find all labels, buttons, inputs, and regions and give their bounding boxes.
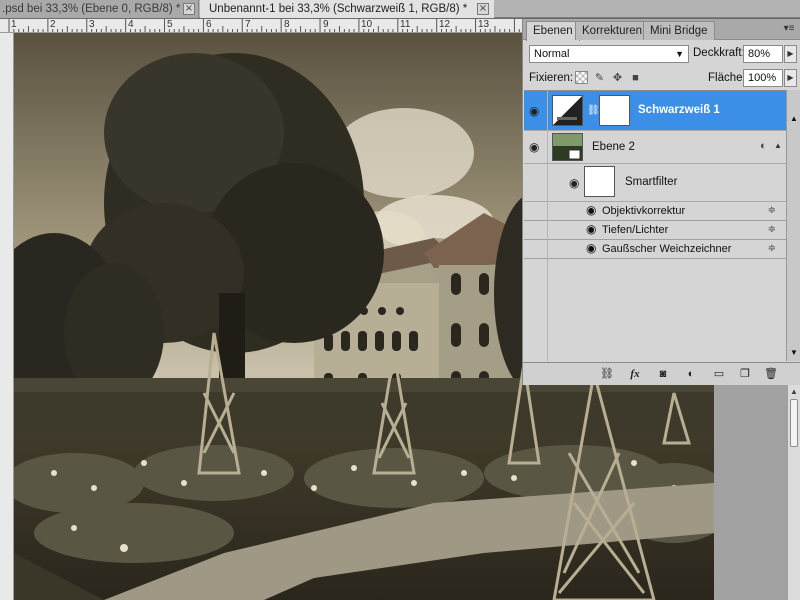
layers-panel-footer: ⛓ fx ◙ ◐ ▭ ❐ 🗑 — [523, 362, 800, 385]
pasteboard — [714, 385, 787, 600]
ruler-label: 7 — [245, 19, 251, 30]
fill-label: Fläche: — [708, 72, 746, 84]
visibility-toggle — [524, 164, 548, 202]
smart-filter-icon[interactable]: ◐ — [760, 140, 767, 152]
ruler-label: 12 — [439, 19, 451, 30]
ruler-label: 10 — [361, 19, 373, 30]
lock-transparency-icon[interactable] — [575, 71, 588, 84]
document-tab-1[interactable]: .psd bei 33,3% (Ebene 0, RGB/8) * × — [0, 0, 199, 18]
ruler-label: 4 — [128, 19, 134, 30]
horizontal-ruler[interactable]: 1 2 3 4 5 6 7 8 9 10 11 12 13 — [0, 19, 522, 33]
eye-icon[interactable]: ◉ — [586, 204, 596, 216]
ruler-label: 2 — [50, 19, 56, 30]
filter-row-gaussscher-weichzeichner[interactable]: ◉ Gaußscher Weichzeichner ≑ — [524, 240, 786, 259]
layers-list: ◉ ⛓ Schwarzweiß 1 ◉ Ebene 2 ◐ ▲ ◉ Smartf… — [524, 90, 786, 361]
vertical-ruler[interactable] — [0, 33, 14, 600]
scrollbar-thumb[interactable] — [790, 399, 798, 447]
trash-icon[interactable]: 🗑 — [763, 367, 779, 381]
eye-icon[interactable]: ◉ — [586, 242, 596, 254]
eye-icon[interactable]: ◉ — [529, 141, 543, 153]
blend-mode-select[interactable]: Normal ▼ — [529, 45, 689, 63]
ruler-label: 9 — [323, 19, 329, 30]
collapse-arrow-icon[interactable]: ▲ — [774, 141, 782, 150]
empty-eye-column — [524, 259, 548, 361]
filter-name[interactable]: Gaußscher Weichzeichner — [602, 243, 731, 255]
smart-object-thumbnail — [552, 133, 583, 161]
ruler-label: 13 — [478, 19, 490, 30]
eye-icon[interactable]: ◉ — [529, 105, 543, 117]
layer-row-ebene-2[interactable]: ◉ Ebene 2 ◐ ▲ — [524, 131, 786, 164]
mask-icon[interactable]: ◙ — [655, 367, 671, 381]
lock-all-icon[interactable]: ■ — [629, 71, 642, 84]
new-layer-icon[interactable]: ❐ — [737, 367, 753, 381]
filter-row-tiefen-lichter[interactable]: ◉ Tiefen/Lichter ≑ — [524, 221, 786, 240]
document-tab-2[interactable]: Unbenannt-1 bei 33,3% (Schwarzweiß 1, RG… — [200, 0, 494, 18]
scroll-up-icon[interactable]: ▲ — [790, 387, 798, 396]
adjustment-thumbnail — [552, 95, 583, 126]
scroll-down-icon[interactable]: ▼ — [790, 348, 798, 357]
document-tab-bar: .psd bei 33,3% (Ebene 0, RGB/8) * × Unbe… — [0, 0, 800, 18]
layers-scrollbar[interactable]: ▲ ▼ — [786, 90, 800, 361]
tab-adjustments[interactable]: Korrekturen — [575, 21, 650, 40]
opacity-slider-icon[interactable]: ▶ — [784, 45, 797, 63]
fill-slider-icon[interactable]: ▶ — [784, 69, 797, 87]
opacity-field[interactable]: 80% — [743, 45, 783, 63]
fx-icon[interactable]: fx — [627, 367, 643, 381]
smart-filter-mask-thumbnail[interactable] — [584, 166, 615, 197]
ruler-label: 3 — [89, 19, 95, 30]
panel-tab-bar: Ebenen Korrekturen Mini Bridge ▾≡ — [523, 19, 800, 41]
layer-row-schwarzweiss[interactable]: ◉ ⛓ Schwarzweiß 1 — [524, 91, 786, 131]
layer-name[interactable]: Ebene 2 — [592, 141, 635, 153]
lock-brush-icon[interactable]: ✎ — [593, 71, 606, 84]
visibility-toggle — [524, 221, 548, 240]
filter-options-icon[interactable]: ≑ — [768, 243, 776, 254]
chain-link-icon[interactable]: ⛓ — [587, 105, 600, 116]
visibility-toggle — [524, 202, 548, 221]
eye-icon[interactable]: ◉ — [586, 223, 596, 235]
layers-panel: Ebenen Korrekturen Mini Bridge ▾≡ Normal… — [522, 19, 800, 385]
fill-field[interactable]: 100% — [743, 69, 783, 87]
panel-menu-icon[interactable]: ▾≡ — [780, 23, 798, 37]
visibility-toggle[interactable]: ◉ — [524, 91, 548, 131]
bw-adjustment-icon — [553, 96, 582, 125]
close-icon[interactable]: × — [183, 3, 195, 15]
document-tab-1-label: .psd bei 33,3% (Ebene 0, RGB/8) * — [2, 3, 181, 15]
ruler-label: 8 — [284, 19, 290, 30]
chevron-down-icon: ▼ — [675, 49, 684, 59]
ruler-label: 5 — [167, 19, 173, 30]
document-tab-2-label: Unbenannt-1 bei 33,3% (Schwarzweiß 1, RG… — [209, 3, 468, 15]
filter-name[interactable]: Objektivkorrektur — [602, 205, 685, 217]
close-icon[interactable]: × — [477, 3, 489, 15]
ruler-label: 6 — [206, 19, 212, 30]
filter-options-icon[interactable]: ≑ — [768, 205, 776, 216]
link-icon[interactable]: ⛓ — [599, 367, 615, 381]
canvas-scrollbar[interactable]: ▲ — [787, 385, 800, 600]
ruler-label: 11 — [400, 19, 411, 30]
lock-move-icon[interactable]: ✥ — [611, 71, 624, 84]
layer-mask-thumbnail[interactable] — [599, 95, 630, 126]
filter-name[interactable]: Tiefen/Lichter — [602, 224, 668, 236]
ruler-label: 1 — [11, 19, 17, 30]
visibility-toggle[interactable]: ◉ — [524, 131, 548, 164]
adjustment-icon[interactable]: ◐ — [683, 367, 699, 381]
eye-icon[interactable]: ◉ — [569, 177, 583, 189]
smart-filter-label: Smartfilter — [625, 176, 678, 188]
layer-preview — [553, 134, 582, 160]
opacity-label: Deckkraft: — [693, 47, 745, 59]
layer-name[interactable]: Schwarzweiß 1 — [638, 104, 720, 116]
visibility-toggle — [524, 240, 548, 259]
lock-label: Fixieren: — [529, 72, 574, 84]
tab-layers[interactable]: Ebenen — [526, 21, 580, 41]
scroll-up-icon[interactable]: ▲ — [790, 114, 798, 123]
filter-options-icon[interactable]: ≑ — [768, 224, 776, 235]
tab-mini-bridge[interactable]: Mini Bridge — [643, 21, 715, 40]
folder-icon[interactable]: ▭ — [711, 367, 727, 381]
smart-filter-row[interactable]: ◉ Smartfilter — [524, 164, 786, 202]
blend-mode-value: Normal — [534, 48, 570, 60]
filter-row-objektivkorrektur[interactable]: ◉ Objektivkorrektur ≑ — [524, 202, 786, 221]
